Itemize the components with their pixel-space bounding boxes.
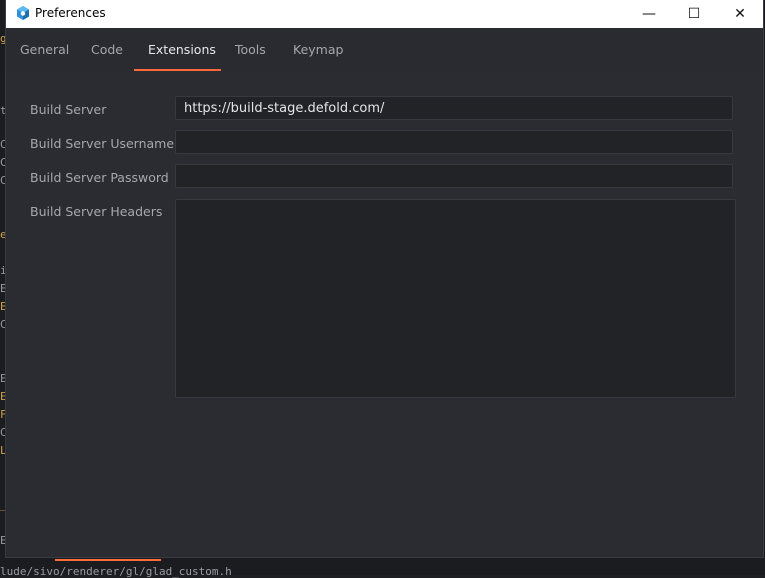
maximize-icon: ☐ (687, 6, 701, 22)
build-server-input[interactable] (175, 96, 733, 120)
background-tab-accent (55, 559, 161, 561)
maximize-button[interactable]: ☐ (671, 0, 717, 28)
active-tab-indicator (134, 69, 221, 71)
minimize-button[interactable]: — (626, 0, 672, 28)
defold-app-icon (17, 6, 29, 20)
close-icon: ✕ (734, 6, 746, 22)
build-server-headers-textarea[interactable] (175, 199, 736, 398)
title-bar[interactable]: Preferences — ☐ ✕ (6, 0, 763, 28)
tab-tools[interactable]: Tools (235, 28, 266, 72)
close-button[interactable]: ✕ (717, 0, 763, 28)
build-server-password-input[interactable] (175, 164, 733, 188)
tab-code[interactable]: Code (91, 28, 123, 72)
preferences-window: Preferences — ☐ ✕ General Code Extension… (6, 0, 763, 557)
build-server-password-label: Build Server Password (30, 170, 169, 185)
extensions-form: Build Server Build Server Username Build… (6, 72, 763, 557)
background-file-path: lude/sivo/renderer/gl/glad_custom.h (0, 565, 232, 578)
tab-extensions[interactable]: Extensions (148, 28, 216, 72)
build-server-username-label: Build Server Username (30, 136, 175, 151)
tab-keymap[interactable]: Keymap (293, 28, 343, 72)
minimize-icon: — (642, 6, 656, 22)
build-server-username-input[interactable] (175, 130, 733, 154)
build-server-label: Build Server (30, 102, 107, 117)
extensions-panel: Build Server Build Server Username Build… (6, 72, 763, 557)
window-title: Preferences (35, 6, 106, 20)
tab-general[interactable]: General (20, 28, 69, 72)
build-server-headers-label: Build Server Headers (30, 204, 163, 219)
tab-bar: General Code Extensions Tools Keymap (6, 28, 763, 72)
